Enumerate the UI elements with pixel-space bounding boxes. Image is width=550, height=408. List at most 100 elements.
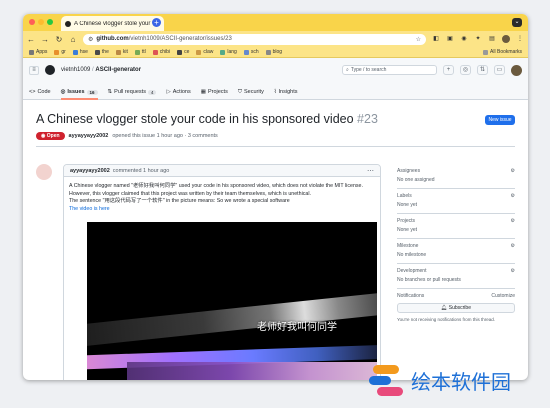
- bookmark-item[interactable]: ce: [177, 49, 189, 55]
- bookmark-item[interactable]: the: [94, 49, 109, 55]
- tab-security[interactable]: ⛉ Security: [238, 85, 264, 99]
- status-badge: ◉ Open: [36, 132, 65, 140]
- back-icon[interactable]: ←: [27, 35, 35, 44]
- all-bookmarks[interactable]: All Bookmarks: [483, 49, 522, 55]
- github-top-row: ≡ vietnh1009 / ASCII-generator ⌕ Type / …: [29, 64, 522, 76]
- bell-icon: 🔔︎: [441, 305, 448, 311]
- close-window-button[interactable]: [29, 19, 35, 25]
- sidebar-notifications: Notifications Customize 🔔︎ Subscribe You'…: [397, 293, 515, 322]
- issue-icon: ◎: [60, 89, 66, 95]
- tab-pull-requests[interactable]: ⇅ Pull requests 4: [108, 85, 157, 99]
- extension-icon[interactable]: ▣: [446, 35, 454, 43]
- maximize-window-button[interactable]: [47, 19, 53, 25]
- tab-projects[interactable]: ▦ Projects: [201, 85, 228, 99]
- customize-link[interactable]: Customize: [491, 293, 515, 299]
- pull-requests-icon[interactable]: ⇅: [477, 65, 488, 75]
- sidebar-icon[interactable]: ▤: [488, 35, 496, 43]
- watermark-logo-icon: [369, 362, 405, 398]
- minimize-window-button[interactable]: [38, 19, 44, 25]
- repo-breadcrumb: vietnh1009 / ASCII-generator: [61, 67, 141, 73]
- divider: [36, 146, 515, 147]
- gear-icon: ⚙: [510, 243, 515, 249]
- issue-author-link[interactable]: ayyayyayy2002: [69, 133, 109, 139]
- gear-icon: ⚙: [510, 193, 515, 199]
- bookmark-star-icon[interactable]: ☆: [416, 36, 421, 43]
- extension-icon[interactable]: ◧: [432, 35, 440, 43]
- bookmark-item[interactable]: claw: [196, 49, 213, 55]
- issues-icon[interactable]: ◎: [460, 65, 471, 75]
- issue-opened-text: opened this issue 1 hour ago · 3 comment…: [112, 133, 218, 139]
- sidebar-labels[interactable]: Labels ⚙ None yet: [397, 189, 515, 214]
- github-favicon-icon: [65, 20, 71, 27]
- shield-icon: ⛉: [237, 88, 242, 95]
- pr-count-badge: 4: [147, 89, 157, 95]
- site-info-icon[interactable]: ⚙: [88, 36, 93, 43]
- github-header: ≡ vietnh1009 / ASCII-generator ⌕ Type / …: [23, 58, 528, 100]
- profile-icon[interactable]: [502, 35, 510, 43]
- video-link[interactable]: The video is here: [69, 206, 110, 212]
- bookmark-item[interactable]: Apps: [29, 49, 47, 55]
- search-placeholder: Type / to search: [350, 67, 387, 73]
- bookmark-item[interactable]: ttl: [134, 49, 146, 55]
- play-icon: ▷: [166, 89, 171, 95]
- browser-toolbar: ← → ↻ ⌂ ⚙ github.com/vietnh1009/ASCII-ge…: [23, 31, 528, 47]
- bookmarks-bar: Apps gr hse the kit ttl chibi ce claw la…: [23, 47, 528, 58]
- embedded-video[interactable]: 老师好我叫何同学: [87, 222, 377, 380]
- sidebar-development[interactable]: Development ⚙ No branches or pull request…: [397, 264, 515, 289]
- tab-code[interactable]: <> Code: [29, 85, 51, 99]
- inbox-icon[interactable]: ▭: [494, 65, 505, 75]
- issue-title-text: A Chinese vlogger stole your code in his…: [36, 112, 354, 126]
- home-icon[interactable]: ⌂: [69, 35, 77, 44]
- issue-title: A Chinese vlogger stole your code in his…: [36, 112, 476, 126]
- repo-name-link[interactable]: ASCII-generator: [95, 67, 141, 73]
- gear-icon: ⚙: [510, 218, 515, 224]
- video-light-streak: [127, 362, 377, 380]
- avatar[interactable]: [511, 64, 522, 76]
- watermark: 绘本软件园: [369, 362, 537, 398]
- new-tab-button[interactable]: +: [152, 18, 161, 27]
- comment-author-link[interactable]: ayyayyayy2002: [70, 168, 110, 174]
- search-icon: ⌕: [346, 67, 349, 73]
- issue-sidebar: Assignees ⚙ No one assigned Labels ⚙ None …: [397, 164, 515, 327]
- tab-issues[interactable]: ◎ Issues 16: [60, 85, 98, 100]
- comment-author-avatar[interactable]: [36, 164, 52, 180]
- sidebar-milestone[interactable]: Milestone ⚙ No milestone: [397, 239, 515, 264]
- bookmark-item[interactable]: hse: [72, 49, 88, 55]
- bookmark-item[interactable]: sch: [243, 49, 259, 55]
- sidebar-projects[interactable]: Projects ⚙ None yet: [397, 214, 515, 239]
- github-logo-icon[interactable]: [45, 65, 55, 75]
- create-new-icon[interactable]: +: [443, 65, 454, 75]
- graph-icon: ⌇: [273, 89, 277, 95]
- tab-title: A Chinese vlogger stole your: [74, 20, 151, 27]
- hamburger-menu-icon[interactable]: ≡: [29, 65, 39, 75]
- bookmark-item[interactable]: kit: [115, 49, 128, 55]
- menu-icon[interactable]: ⋮: [516, 35, 524, 43]
- notifications-note: You're not receiving notifications from …: [397, 317, 495, 322]
- browser-tab[interactable]: A Chinese vlogger stole your ✕: [61, 16, 164, 31]
- extension-icon[interactable]: ◉: [460, 35, 468, 43]
- sidebar-assignees[interactable]: Assignees ⚙ No one assigned: [397, 164, 515, 189]
- tab-actions[interactable]: ▷ Actions: [166, 85, 190, 99]
- reload-icon[interactable]: ↻: [55, 35, 63, 44]
- tab-search-button[interactable]: ⌄: [512, 18, 522, 27]
- code-icon: <>: [29, 89, 36, 95]
- address-bar[interactable]: ⚙ github.com/vietnh1009/ASCII-generator/…: [83, 33, 426, 45]
- bookmark-item[interactable]: gr: [54, 49, 66, 55]
- bookmark-item[interactable]: chibi: [152, 49, 170, 55]
- forward-icon[interactable]: →: [41, 35, 49, 44]
- puzzle-icon[interactable]: ✦: [474, 35, 482, 43]
- search-input[interactable]: ⌕ Type / to search: [342, 65, 437, 75]
- comment-line: The sentence "用这段代码写了一个软件" in the pictur…: [69, 198, 290, 204]
- comment-body: A Chinese vlogger named "老师好我叫何同学" used …: [64, 177, 380, 213]
- tab-insights[interactable]: ⌇ Insights: [274, 85, 298, 99]
- bookmark-item[interactable]: blog: [265, 49, 282, 55]
- video-subtitle: 老师好我叫何同学: [257, 322, 337, 333]
- table-icon: ▦: [200, 89, 206, 95]
- subscribe-button[interactable]: 🔔︎ Subscribe: [397, 303, 515, 313]
- more-options-icon[interactable]: ⋯: [367, 167, 374, 175]
- new-issue-button[interactable]: New issue: [485, 115, 515, 125]
- repo-owner-link[interactable]: vietnh1009: [61, 67, 90, 73]
- watermark-text: 绘本软件园: [411, 369, 511, 394]
- repo-nav-tabs: <> Code ◎ Issues 16 ⇅ Pull requests 4 ▷ Action…: [29, 85, 522, 100]
- bookmark-item[interactable]: lang: [220, 49, 237, 55]
